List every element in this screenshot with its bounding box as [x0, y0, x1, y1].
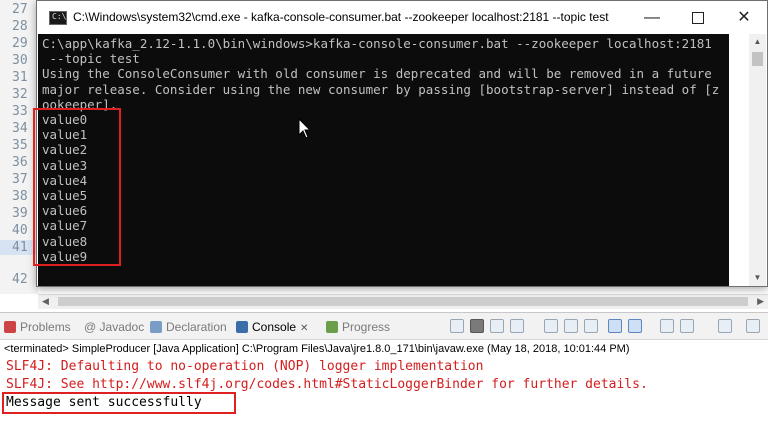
- line-number: 42: [12, 272, 28, 287]
- scrollbar-thumb[interactable]: [58, 297, 748, 306]
- terminate-icon[interactable]: [470, 319, 484, 333]
- console-view[interactable]: Problems @ Javadoc Declaration Console ✕ …: [0, 312, 768, 427]
- console-error-line: SLF4J: Defaulting to no-operation (NOP) …: [6, 359, 484, 374]
- minimize-view-icon[interactable]: [746, 319, 760, 333]
- terminal-value-line: value1: [42, 127, 88, 143]
- remove-all-terminated-icon[interactable]: [510, 319, 524, 333]
- view-tab-bar: Problems @ Javadoc Declaration Console ✕ …: [0, 313, 768, 340]
- show-on-stdout-icon[interactable]: [608, 319, 622, 333]
- cmd-window[interactable]: C:\ C:\Windows\system32\cmd.exe - kafka-…: [36, 0, 768, 287]
- tab-declaration[interactable]: Declaration: [150, 317, 227, 337]
- terminal-output[interactable]: C:\app\kafka_2.12-1.1.0\bin\windows>kafk…: [38, 34, 729, 286]
- line-number: 30: [12, 53, 28, 68]
- remove-launch-icon[interactable]: [490, 319, 504, 333]
- terminal-value-line: value2: [42, 142, 88, 158]
- problems-icon: [4, 321, 16, 333]
- line-number-current: 41: [0, 240, 38, 255]
- tab-problems[interactable]: Problems: [4, 317, 71, 337]
- terminal-line: major release. Consider using the new co…: [42, 81, 720, 97]
- maximize-icon: [692, 11, 704, 24]
- pin-console-icon[interactable]: [450, 319, 464, 333]
- terminal-line: Using the ConsoleConsumer with old consu…: [42, 66, 712, 82]
- maximize-button[interactable]: [675, 1, 721, 34]
- line-number: 27: [12, 2, 28, 17]
- cmd-vertical-scrollbar[interactable]: ▲ ▼: [749, 34, 766, 286]
- console-icon: [236, 321, 248, 333]
- terminal-value-line: value8: [42, 233, 88, 249]
- line-number: 28: [12, 19, 28, 34]
- console-output-line: Message sent successfully: [6, 395, 202, 410]
- line-number: 36: [12, 155, 28, 170]
- scroll-left-arrow-icon[interactable]: ◀: [42, 296, 49, 307]
- line-number: 40: [12, 223, 28, 238]
- tab-javadoc[interactable]: @ Javadoc: [84, 317, 144, 337]
- terminal-line: --topic test: [42, 51, 140, 67]
- mouse-pointer-icon: [298, 117, 312, 139]
- line-number: 32: [12, 87, 28, 102]
- terminal-value-line: value5: [42, 188, 88, 204]
- line-number: 37: [12, 172, 28, 187]
- terminal-line: ookeeper].: [42, 96, 118, 112]
- progress-icon: [326, 321, 338, 333]
- line-number: 39: [12, 206, 28, 221]
- scroll-down-arrow-icon[interactable]: ▼: [749, 270, 766, 286]
- cmd-window-icon[interactable]: C:\: [49, 11, 67, 25]
- close-tab-icon[interactable]: ✕: [300, 323, 308, 334]
- line-number: 31: [12, 70, 28, 85]
- scroll-right-arrow-icon[interactable]: ▶: [757, 296, 764, 307]
- terminal-line: C:\app\kafka_2.12-1.1.0\bin\windows>kafk…: [42, 36, 712, 51]
- console-launch-info: <terminated> SimpleProducer [Java Applic…: [4, 343, 630, 355]
- open-console-icon[interactable]: [680, 319, 694, 333]
- scroll-lock-icon[interactable]: [564, 319, 578, 333]
- terminal-value-line: value0: [42, 112, 88, 128]
- word-wrap-icon[interactable]: [584, 319, 598, 333]
- declaration-icon: [150, 321, 162, 333]
- line-number: 33: [12, 104, 28, 119]
- close-button[interactable]: ✕: [721, 1, 767, 34]
- line-number: 38: [12, 189, 28, 204]
- clear-console-icon[interactable]: [544, 319, 558, 333]
- terminal-value-line: value9: [42, 248, 88, 264]
- console-error-line: SLF4J: See http://www.slf4j.org/codes.ht…: [6, 377, 648, 392]
- scroll-up-arrow-icon[interactable]: ▲: [749, 34, 766, 50]
- show-on-stderr-icon[interactable]: [628, 319, 642, 333]
- editor-horizontal-scrollbar[interactable]: ◀ ▶: [38, 294, 768, 309]
- line-number: 35: [12, 138, 28, 153]
- terminal-text: C:\app\kafka_2.12-1.1.0\bin\windows>kafk…: [42, 36, 719, 264]
- scrollbar-thumb[interactable]: [752, 52, 763, 66]
- new-console-icon[interactable]: [718, 319, 732, 333]
- line-number-gutter: 27 28 29 30 31 32 33 34 35 36 37 38 39 4…: [0, 0, 38, 294]
- line-number: 29: [12, 36, 28, 51]
- window-title: C:\Windows\system32\cmd.exe - kafka-cons…: [73, 10, 609, 24]
- terminal-value-line: value3: [42, 157, 88, 173]
- terminal-value-line: value6: [42, 203, 88, 219]
- display-selected-console-icon[interactable]: [660, 319, 674, 333]
- line-number: 34: [12, 121, 28, 136]
- tab-console[interactable]: Console ✕: [236, 317, 308, 337]
- terminal-value-line: value7: [42, 218, 88, 234]
- cmd-titlebar[interactable]: C:\ C:\Windows\system32\cmd.exe - kafka-…: [37, 1, 767, 34]
- tab-progress[interactable]: Progress: [326, 317, 390, 337]
- terminal-value-line: value4: [42, 172, 88, 188]
- minimize-button[interactable]: —: [629, 1, 675, 34]
